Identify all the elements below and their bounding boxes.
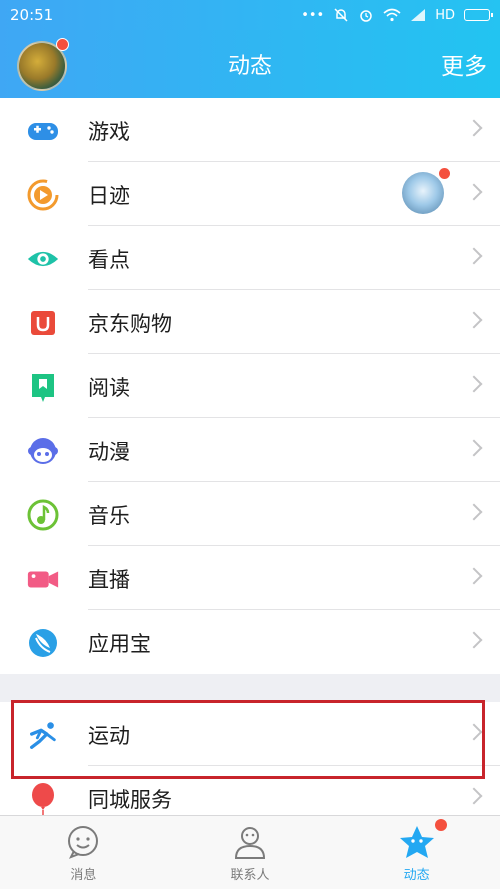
tab-messages[interactable]: 消息	[0, 816, 167, 889]
more-button[interactable]: 更多	[441, 47, 487, 81]
list-item-label: 音乐	[88, 504, 130, 528]
more-dots-icon: •••	[301, 7, 325, 23]
live-camera-icon	[26, 562, 60, 596]
music-note-icon	[26, 498, 60, 532]
chevron-right-icon	[465, 723, 483, 741]
top-header: 动态 更多	[0, 30, 500, 98]
list-item-sports[interactable]: 运动	[0, 702, 500, 766]
network-type: HD	[435, 7, 455, 23]
list-item-app-store[interactable]: 应用宝	[0, 610, 500, 674]
list-item-label: 阅读	[88, 376, 130, 400]
status-time: 20:51	[10, 6, 54, 24]
list-item-daily-trace[interactable]: 日迹	[0, 162, 500, 226]
tab-label: 联系人	[230, 868, 270, 883]
list-item-label: 游戏	[88, 120, 130, 144]
list-item-music[interactable]: 音乐	[0, 482, 500, 546]
tab-contacts[interactable]: 联系人	[167, 816, 334, 889]
tab-label: 动态	[403, 868, 430, 883]
list-item-label: 京东购物	[88, 312, 172, 336]
running-icon	[26, 718, 60, 752]
chevron-right-icon	[465, 311, 483, 329]
contacts-person-icon	[234, 827, 266, 859]
bottom-tab-bar: 消息 联系人 动态	[0, 815, 500, 889]
list-item-kandian[interactable]: 看点	[0, 226, 500, 290]
jd-shopping-icon	[26, 306, 60, 340]
chevron-right-icon	[465, 439, 483, 457]
gamepad-icon	[26, 114, 60, 148]
anime-face-icon	[26, 434, 60, 468]
list-item-reading[interactable]: 阅读	[0, 354, 500, 418]
feature-list-main: 游戏 日迹 看点 京东购物 阅读 动漫 音乐 直播 应用宝	[0, 98, 500, 674]
eye-icon	[26, 242, 60, 276]
chevron-right-icon	[465, 247, 483, 265]
page-title: 动态	[227, 54, 272, 79]
feeds-badge	[435, 819, 448, 831]
chevron-right-icon	[465, 567, 483, 585]
list-item-label: 看点	[88, 248, 130, 272]
list-item-game[interactable]: 游戏	[0, 98, 500, 162]
list-item-label: 运动	[88, 724, 130, 748]
list-item-jd-shopping[interactable]: 京东购物	[0, 290, 500, 354]
chevron-right-icon	[465, 631, 483, 649]
list-item-label: 应用宝	[88, 632, 151, 656]
list-item-label: 同城服务	[88, 788, 172, 812]
message-smile-icon	[68, 826, 99, 859]
trace-thumbnail	[402, 172, 444, 214]
app-store-icon	[26, 626, 60, 660]
alarm-icon	[360, 10, 372, 22]
list-item-label: 动漫	[88, 440, 130, 464]
list-item-live[interactable]: 直播	[0, 546, 500, 610]
trace-badge	[439, 168, 450, 179]
status-icons: ••• HD	[301, 7, 493, 23]
status-bar: 20:51 ••• HD	[0, 0, 500, 30]
silent-bell-icon	[334, 8, 348, 22]
wifi-icon	[383, 8, 401, 22]
reading-bookmark-icon	[26, 370, 60, 404]
list-item-anime[interactable]: 动漫	[0, 418, 500, 482]
tab-feeds[interactable]: 动态	[333, 816, 500, 889]
list-item-label: 日迹	[88, 184, 130, 208]
star-icon	[399, 826, 434, 858]
tab-label: 消息	[70, 868, 97, 883]
feature-list-secondary: 运动 同城服务	[0, 702, 500, 830]
chevron-right-icon	[465, 503, 483, 521]
list-item-label: 直播	[88, 568, 130, 592]
chevron-right-icon	[465, 375, 483, 393]
daily-trace-icon	[26, 178, 60, 212]
chevron-right-icon	[465, 183, 483, 201]
chevron-right-icon	[465, 787, 483, 805]
balloon-icon	[26, 782, 60, 816]
chevron-right-icon	[465, 119, 483, 137]
signal-icon	[411, 9, 426, 21]
battery-icon	[464, 9, 493, 21]
